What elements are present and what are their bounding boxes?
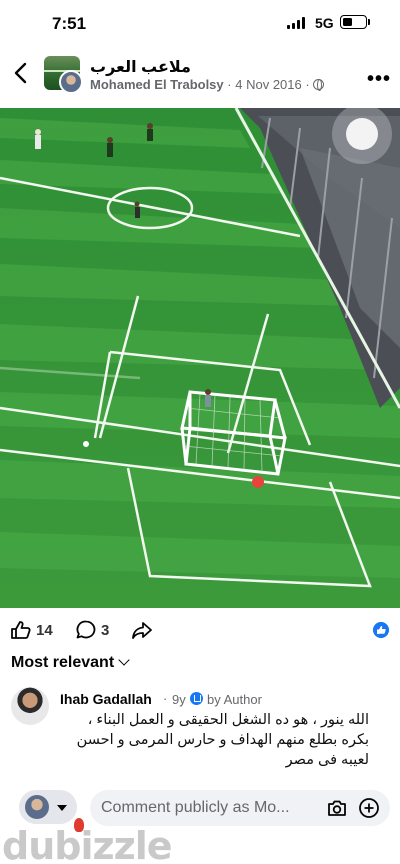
avatar[interactable] xyxy=(11,687,49,725)
status-time: 7:51 xyxy=(52,14,87,33)
post-author[interactable]: Mohamed El Trabolsy xyxy=(90,77,224,92)
watermark-text: dubizzle xyxy=(2,824,173,864)
battery-icon xyxy=(340,15,367,29)
flame-icon xyxy=(74,818,84,832)
sort-label: Most relevant xyxy=(11,654,115,671)
network-label: 5G xyxy=(315,15,334,31)
avatar xyxy=(25,795,49,819)
sort-comments-dropdown[interactable]: Most relevant xyxy=(11,654,130,672)
globe-icon xyxy=(313,79,325,91)
like-reaction-badge-icon xyxy=(373,622,389,638)
status-bar: 7:51 5G xyxy=(0,0,400,46)
dubizzle-watermark: dubizzle xyxy=(0,818,173,864)
post-meta: Mohamed El Trabolsy · 4 Nov 2016 · xyxy=(90,77,325,92)
commenter-name[interactable]: Ihab Gadallah xyxy=(60,691,152,707)
like-count[interactable]: 14 xyxy=(36,622,53,639)
comment-placeholder: Comment publicly as Mo... xyxy=(101,799,290,816)
author-label: by Author xyxy=(207,692,262,707)
author-badge-icon xyxy=(190,692,203,705)
post-date[interactable]: 4 Nov 2016 xyxy=(235,77,302,92)
comment-count[interactable]: 3 xyxy=(101,622,109,639)
caret-down-icon xyxy=(57,805,67,811)
reaction-bar: 14 3 xyxy=(0,610,400,650)
more-options-icon[interactable]: ••• xyxy=(367,68,391,91)
meta-separator: · xyxy=(227,77,232,92)
chevron-down-icon xyxy=(118,654,130,666)
back-icon[interactable] xyxy=(10,60,32,86)
post-header: ملاعب العرب Mohamed El Trabolsy · 4 Nov … xyxy=(0,46,400,108)
camera-icon[interactable] xyxy=(326,798,348,818)
post-photo[interactable] xyxy=(0,108,400,608)
comment-age: 9y xyxy=(172,692,186,707)
add-icon[interactable] xyxy=(358,797,380,819)
signal-icon xyxy=(287,17,307,29)
author-avatar[interactable] xyxy=(59,70,83,94)
comment-item: Ihab Gadallah · 9y by Author الله ينور ،… xyxy=(0,684,400,780)
speech-bubble-icon[interactable] xyxy=(75,619,97,641)
group-name[interactable]: ملاعب العرب xyxy=(90,57,191,77)
battery-tip xyxy=(368,19,370,25)
comment-text: الله ينور ، هو ده الشغل الحقيقى و العمل … xyxy=(76,712,369,768)
comment-separator: · xyxy=(163,691,168,706)
share-arrow-icon[interactable] xyxy=(131,619,153,641)
football-pitch-photo xyxy=(0,108,400,608)
thumbs-up-icon[interactable] xyxy=(10,620,32,640)
meta-separator-2: · xyxy=(305,77,310,92)
